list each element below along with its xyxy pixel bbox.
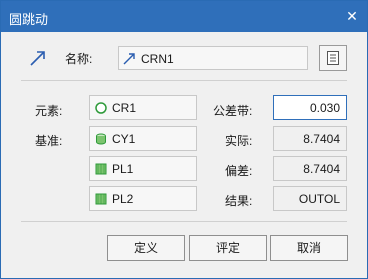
name-label: 名称:	[65, 52, 93, 66]
element-item-label: CR1	[112, 101, 137, 115]
runout-dialog: 圆跳动 ✕ 名称: CRN1 元素: CR1 基准: CY1 PL1 PL2 公…	[0, 0, 368, 279]
datum-cylinder-item[interactable]: CY1	[89, 126, 197, 151]
name-value: CRN1	[141, 52, 174, 66]
deviation-value: 8.7404	[273, 156, 347, 181]
datum-label: 基准:	[35, 134, 63, 148]
close-button[interactable]: ✕	[345, 9, 359, 23]
element-circle-item[interactable]: CR1	[89, 95, 197, 120]
cylinder-icon	[96, 133, 106, 145]
list-icon	[327, 51, 339, 65]
separator	[21, 221, 347, 222]
separator	[21, 80, 347, 81]
result-value: OUTOL	[273, 186, 347, 211]
deviation-label: 偏差:	[225, 164, 253, 178]
runout-arrow-icon	[123, 53, 135, 65]
evaluate-button[interactable]: 评定	[189, 235, 267, 261]
elements-label: 元素:	[35, 104, 63, 118]
name-field[interactable]: CRN1	[118, 46, 308, 70]
title-bar: 圆跳动 ✕	[1, 1, 367, 32]
datum-plane-item[interactable]: PL2	[89, 186, 197, 211]
datum-plane-item[interactable]: PL1	[89, 156, 197, 181]
name-row: 名称: CRN1	[1, 32, 367, 82]
window-title: 圆跳动	[9, 12, 49, 27]
runout-arrow-icon	[30, 51, 45, 66]
define-button[interactable]: 定义	[107, 235, 185, 261]
actual-label: 实际:	[225, 134, 253, 148]
feature-list-button[interactable]	[319, 45, 347, 71]
plane-icon	[95, 163, 107, 175]
result-label: 结果:	[225, 194, 253, 208]
tolerance-label: 公差带:	[213, 104, 253, 118]
cancel-button[interactable]: 取消	[270, 235, 348, 261]
datum-item-label: PL1	[112, 162, 134, 176]
tolerance-input[interactable]: 0.030	[273, 95, 347, 120]
plane-icon	[95, 193, 107, 205]
circle-icon	[95, 102, 107, 114]
actual-value: 8.7404	[273, 126, 347, 151]
datum-item-label: PL2	[112, 192, 134, 206]
datum-item-label: CY1	[112, 132, 136, 146]
